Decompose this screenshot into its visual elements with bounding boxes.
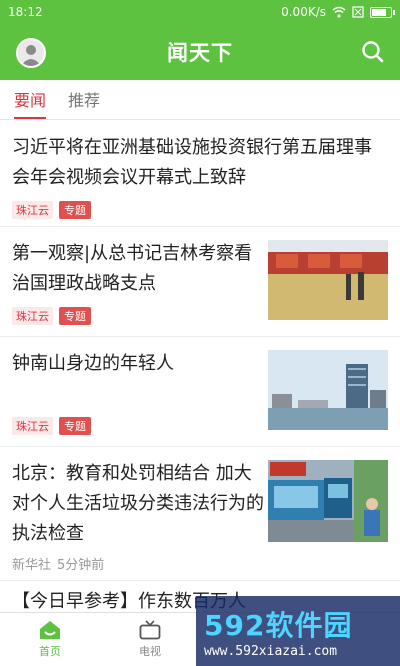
topic-badge: 专题 [59, 417, 91, 435]
home-icon [40, 621, 60, 639]
nav-tv[interactable]: 电视 [100, 613, 200, 666]
topic-badge: 专题 [59, 201, 91, 219]
wifi-icon [332, 6, 346, 18]
watermark-url: www.592xiazai.com [204, 643, 338, 659]
news-item[interactable]: 钟南山身边的年轻人 珠江云 专题 [0, 337, 400, 447]
news-meta: 珠江云 专题 [12, 201, 388, 219]
tv-icon [139, 620, 161, 640]
news-thumbnail [268, 460, 388, 542]
nav-home[interactable]: 首页 [0, 613, 100, 666]
news-source: 新华社 [12, 558, 52, 573]
battery-icon [370, 6, 395, 18]
news-title: 北京：教育和处罚相结合 加大对个人生活垃圾分类违法行为的执法检查 [12, 463, 264, 544]
status-time: 18:12 [8, 5, 43, 19]
source-tag: 珠江云 [12, 201, 53, 219]
news-item[interactable]: 第一观察|从总书记吉林考察看治国理政战略支点 珠江云 专题 [0, 227, 400, 337]
tab-recommend[interactable]: 推荐 [68, 87, 100, 119]
app-title: 闻天下 [167, 41, 233, 65]
news-thumbnail [268, 350, 388, 430]
source-tag: 珠江云 [12, 307, 53, 325]
news-title: 习近平将在亚洲基础设施投资银行第五届理事会年会视频会议开幕式上致辞 [12, 137, 372, 188]
search-icon[interactable] [360, 39, 386, 65]
news-meta: 珠江云 专题 [12, 307, 91, 325]
watermark-brand: 592软件园 [204, 608, 353, 642]
nav-tv-label: 电视 [139, 645, 161, 658]
app-bar: 闻天下 [0, 24, 400, 80]
sim-off-icon [352, 6, 364, 18]
news-feed: 习近平将在亚洲基础设施投资银行第五届理事会年会视频会议开幕式上致辞 珠江云 专题… [0, 121, 400, 612]
nav-home-label: 首页 [39, 645, 61, 658]
network-speed: 0.00K/s [281, 5, 326, 19]
category-tabs: 要闻 推荐 [0, 80, 400, 120]
tab-headlines[interactable]: 要闻 [14, 87, 47, 119]
watermark: 592软件园 www.592xiazai.com [196, 596, 400, 666]
user-icon [21, 45, 41, 66]
news-item[interactable]: 北京：教育和处罚相结合 加大对个人生活垃圾分类违法行为的执法检查 新华社 5分钟… [0, 447, 400, 581]
news-title: 钟南山身边的年轻人 [12, 353, 174, 374]
news-thumbnail [268, 240, 388, 320]
status-right: 0.00K/s [281, 5, 395, 19]
status-bar: 18:12 0.00K/s [0, 0, 400, 24]
news-time: 5分钟前 [57, 558, 105, 573]
avatar[interactable] [16, 38, 46, 68]
topic-badge: 专题 [59, 307, 91, 325]
news-meta: 珠江云 专题 [12, 417, 91, 435]
news-title: 第一观察|从总书记吉林考察看治国理政战略支点 [12, 243, 253, 294]
source-tag: 珠江云 [12, 417, 53, 435]
news-item[interactable]: 习近平将在亚洲基础设施投资银行第五届理事会年会视频会议开幕式上致辞 珠江云 专题 [0, 121, 400, 227]
news-meta: 新华社 5分钟前 [12, 554, 104, 573]
